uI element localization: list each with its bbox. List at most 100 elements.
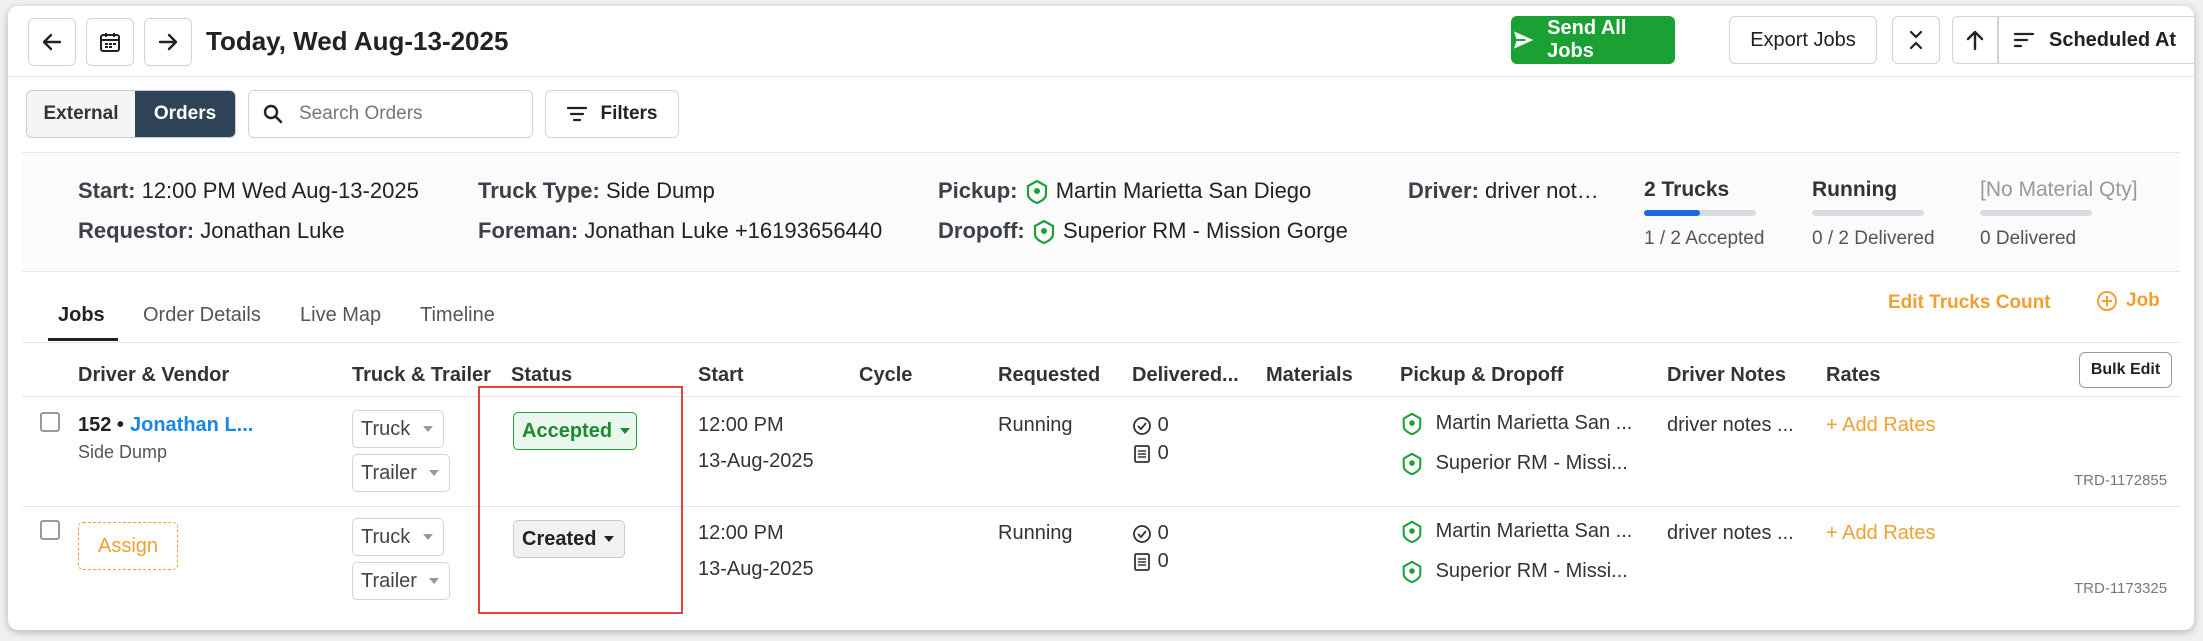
- truck-type-value: Side Dump: [605, 178, 715, 203]
- search-input[interactable]: [297, 102, 501, 126]
- driver-notes: driver notes ...: [1667, 414, 1794, 436]
- bulk-edit-button[interactable]: Bulk Edit: [2079, 352, 2172, 388]
- caret-down-icon: [423, 426, 433, 432]
- delivered-tickets-value: 0: [1157, 550, 1169, 572]
- delivered-loads-value: 0: [1157, 522, 1169, 544]
- order-start: Start: 12:00 PM Wed Aug-13-2025: [78, 178, 419, 204]
- filter-icon: [567, 106, 588, 122]
- check-circle-icon: [1133, 416, 1151, 435]
- col-start: Start: [698, 364, 744, 386]
- caret-down-icon: [429, 578, 439, 584]
- order-dropoff: Dropoff: Superior RM - Mission Gorge: [938, 218, 1348, 245]
- filters-label: Filters: [600, 103, 658, 124]
- col-driver-vendor: Driver & Vendor: [78, 364, 230, 386]
- collapse-icon: [1909, 30, 1923, 50]
- add-job-button[interactable]: Job: [2096, 290, 2160, 312]
- start-time: 12:00 PM: [698, 522, 784, 544]
- view-toggle: External Orders: [26, 90, 236, 138]
- trailer-select[interactable]: Trailer: [352, 454, 450, 492]
- material-progress-track: [1980, 210, 2092, 216]
- driver-id: 152 •: [78, 414, 124, 436]
- dropoff-label: Dropoff:: [938, 218, 1025, 243]
- driver-notes: driver notes ...: [1667, 522, 1794, 544]
- trucks-progress-fill: [1644, 210, 1700, 216]
- driver-label: Driver:: [1408, 178, 1479, 203]
- trucks-progress-track: [1644, 210, 1756, 216]
- requestor-value: Jonathan Luke: [200, 218, 345, 243]
- search-box[interactable]: [248, 90, 533, 138]
- toggle-external[interactable]: External: [27, 91, 135, 137]
- sort-label: Scheduled At: [2049, 28, 2177, 51]
- date-title: Today, Wed Aug-13-2025: [206, 26, 509, 56]
- pickup-value: Martin Marietta San ...: [1435, 520, 1633, 543]
- col-cycle: Cycle: [859, 364, 913, 386]
- dropoff-value: Superior RM - Mission Gorge: [1063, 218, 1348, 243]
- running-stat-title: Running: [1812, 178, 1898, 201]
- col-truck-trailer: Truck & Trailer: [352, 364, 491, 386]
- add-job-label: Job: [2126, 290, 2160, 311]
- pickup-value: Martin Marietta San ...: [1435, 412, 1633, 435]
- header-divider: [8, 76, 2194, 77]
- start-time: 12:00 PM: [698, 414, 784, 436]
- forward-button[interactable]: [144, 18, 192, 66]
- row-checkbox[interactable]: [40, 412, 60, 432]
- trailer-select[interactable]: Trailer: [352, 562, 450, 600]
- calendar-icon: [100, 33, 120, 52]
- pickup-location: Martin Marietta San ...: [1400, 520, 1632, 544]
- tab-jobs[interactable]: Jobs: [58, 304, 105, 327]
- trucks-stat-title: 2 Trucks: [1644, 178, 1730, 201]
- truck-select-value: Truck: [361, 525, 411, 548]
- filters-button[interactable]: Filters: [545, 90, 679, 138]
- delivered-loads: 0: [1132, 414, 1169, 437]
- order-driver: Driver: driver not…: [1408, 178, 1599, 204]
- tab-live-map[interactable]: Live Map: [300, 304, 381, 327]
- start-date: 13-Aug-2025: [698, 450, 814, 472]
- material-stat-sub: 0 Delivered: [1980, 228, 2077, 249]
- caret-down-icon: [429, 470, 439, 476]
- driver-value: driver not…: [1485, 178, 1599, 203]
- truck-select[interactable]: Truck: [352, 518, 444, 556]
- delivered-tickets: 0: [1132, 550, 1169, 573]
- tab-order-details[interactable]: Order Details: [143, 304, 261, 327]
- delivered-loads-value: 0: [1157, 414, 1169, 436]
- truck-select-value: Truck: [361, 417, 411, 440]
- truck-select[interactable]: Truck: [352, 410, 444, 448]
- material-stat-title: [No Material Qty]: [1980, 178, 2138, 201]
- trucks-stat-sub: 1 / 2 Accepted: [1644, 228, 1765, 249]
- driver-name-link[interactable]: Jonathan L...: [130, 414, 253, 437]
- toggle-orders[interactable]: Orders: [135, 91, 235, 137]
- send-all-jobs-button[interactable]: Send All Jobs: [1511, 16, 1675, 64]
- dropoff-location: Superior RM - Missi...: [1400, 452, 1628, 476]
- add-rates-link[interactable]: + Add Rates: [1826, 414, 1936, 437]
- edit-trucks-count-link[interactable]: Edit Trucks Count: [1888, 292, 2051, 314]
- add-rates-link[interactable]: + Add Rates: [1826, 522, 1936, 545]
- order-truck-type: Truck Type: Side Dump: [478, 178, 715, 204]
- ticket-list-icon: [1134, 552, 1150, 571]
- back-button[interactable]: [28, 18, 76, 66]
- calendar-button[interactable]: [86, 18, 134, 66]
- pickup-label: Pickup:: [938, 178, 1018, 203]
- sort-field-button[interactable]: Scheduled At: [1998, 16, 2194, 64]
- plus-circle-icon: [2097, 291, 2117, 311]
- export-jobs-button[interactable]: Export Jobs: [1729, 16, 1877, 64]
- delivered-tickets-value: 0: [1157, 442, 1169, 464]
- col-requested: Requested: [998, 364, 1101, 386]
- requested-value: Running: [998, 414, 1073, 436]
- send-all-label: Send All Jobs: [1547, 17, 1627, 62]
- collapse-button[interactable]: [1892, 16, 1940, 64]
- pickup-location: Martin Marietta San ...: [1400, 412, 1632, 436]
- tab-timeline[interactable]: Timeline: [420, 304, 495, 327]
- trailer-select-value: Trailer: [361, 461, 417, 484]
- arrow-up-icon: [1966, 30, 1984, 51]
- assign-driver-button[interactable]: Assign: [78, 522, 178, 570]
- col-materials: Materials: [1266, 364, 1353, 386]
- location-pin-icon: [1402, 520, 1422, 544]
- tab-jobs-underline: [48, 338, 118, 341]
- row-checkbox[interactable]: [40, 520, 60, 540]
- sort-direction-button[interactable]: [1952, 16, 1998, 64]
- requested-value: Running: [998, 522, 1073, 544]
- trd-id: TRD-1173325: [2074, 580, 2168, 597]
- delivered-loads: 0: [1132, 522, 1169, 545]
- start-date: 13-Aug-2025: [698, 558, 814, 580]
- truck-type-label: Truck Type:: [478, 178, 600, 203]
